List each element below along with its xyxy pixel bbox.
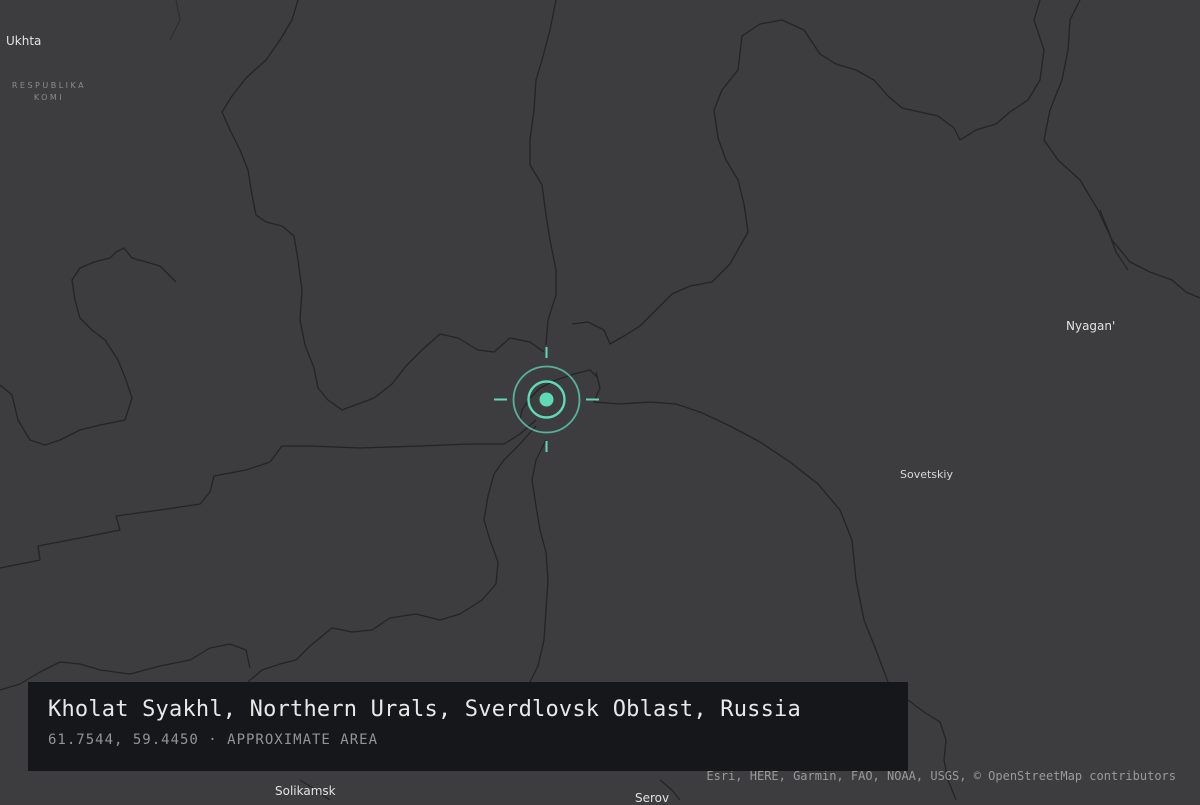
boundary-east-river-2 bbox=[1099, 209, 1129, 271]
boundary-southwest-steps bbox=[0, 419, 537, 569]
boundary-south-inner bbox=[529, 439, 549, 683]
place-label-ukhta: Ukhta bbox=[6, 34, 42, 48]
boundary-east-river bbox=[1043, 0, 1200, 299]
marker-center-dot bbox=[539, 392, 554, 407]
place-label-sovetskiy: Sovetskiy bbox=[900, 468, 953, 481]
map-canvas[interactable]: Ukhta RESPUBLIKA KOMI Nyagan' Sovetskiy … bbox=[0, 0, 1200, 805]
boundary-southeast bbox=[907, 699, 957, 800]
region-label-komi-line1: RESPUBLIKA bbox=[11, 81, 87, 90]
region-label-komi-line2: KOMI bbox=[33, 93, 65, 102]
map-attribution: Esri, HERE, Garmin, FAO, NOAA, USGS, © O… bbox=[706, 769, 1176, 783]
boundary-central-north bbox=[529, 0, 557, 346]
place-label-nyagan: Nyagan' bbox=[1066, 319, 1116, 333]
boundary-faint-northwest bbox=[169, 0, 181, 41]
crosshair-location-icon[interactable] bbox=[494, 347, 599, 452]
boundary-central-east bbox=[571, 0, 1045, 345]
place-label-solikamsk: Solikamsk bbox=[275, 784, 336, 798]
region-label-komi: RESPUBLIKA KOMI bbox=[6, 80, 92, 104]
location-title: Kholat Syakhl, Northern Urals, Sverdlovs… bbox=[48, 697, 801, 722]
boundary-south-center bbox=[247, 425, 537, 683]
place-label-serov: Serov bbox=[635, 791, 670, 805]
boundary-marker-east bbox=[593, 371, 889, 683]
location-info-panel: Kholat Syakhl, Northern Urals, Sverdlovs… bbox=[28, 682, 908, 771]
location-coordinates: 61.7544, 59.4450 · APPROXIMATE AREA bbox=[48, 732, 379, 748]
boundary-komi-west bbox=[0, 247, 177, 446]
boundary-lines bbox=[0, 0, 1200, 800]
